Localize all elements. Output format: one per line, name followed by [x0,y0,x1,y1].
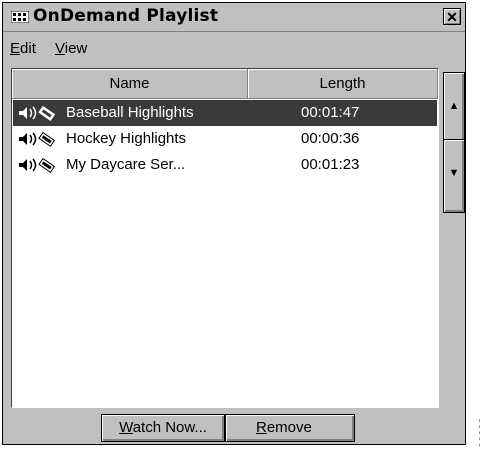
row-length: 00:01:23 [301,156,360,173]
row-name: My Daycare Ser... [66,156,186,173]
playlist-list[interactable]: Name Length Baseball Highlights 00:01:47… [11,68,439,408]
close-button[interactable]: ✕ [443,8,461,25]
move-down-button[interactable]: ▼ [443,139,465,213]
down-arrow-icon: ▼ [448,167,460,179]
move-up-button[interactable]: ▲ [443,72,465,146]
playlist-row[interactable]: Baseball Highlights 00:01:47 [13,100,437,126]
speaker-tape-icon [19,131,56,147]
menu-view-label: iew [64,40,88,57]
watch-now-accel: W [119,419,133,436]
column-header-name[interactable]: Name [12,69,248,99]
remove-label: emove [266,419,312,436]
row-length: 00:01:47 [301,104,360,121]
app-icon [11,11,29,23]
menu-edit-accel: E [10,40,21,57]
window-title: OnDemand Playlist [33,6,219,26]
remove-button[interactable]: Remove [225,414,355,442]
playlist-window: OnDemand Playlist ✕ Edit View Name Lengt… [2,2,466,445]
up-arrow-icon: ▲ [448,100,460,112]
menu-view[interactable]: View [55,40,87,57]
title-bar[interactable]: OnDemand Playlist ✕ [3,3,465,32]
playlist-row[interactable]: My Daycare Ser... 00:01:23 [13,152,437,178]
remove-accel: R [256,419,267,436]
menu-view-accel: V [55,40,65,57]
playlist-row[interactable]: Hockey Highlights 00:00:36 [13,126,437,152]
row-length: 00:00:36 [301,130,360,147]
watch-now-label: atch Now... [132,419,207,436]
row-name: Baseball Highlights [66,104,194,121]
column-header-length[interactable]: Length [248,69,438,99]
menu-edit-label: dit [20,40,36,57]
speaker-tape-icon [19,157,56,173]
document-id: 22833 [466,404,480,449]
watch-now-button[interactable]: Watch Now... [101,414,225,442]
menu-edit[interactable]: Edit [10,40,36,57]
row-name: Hockey Highlights [66,130,187,147]
speaker-tape-icon [19,105,56,121]
